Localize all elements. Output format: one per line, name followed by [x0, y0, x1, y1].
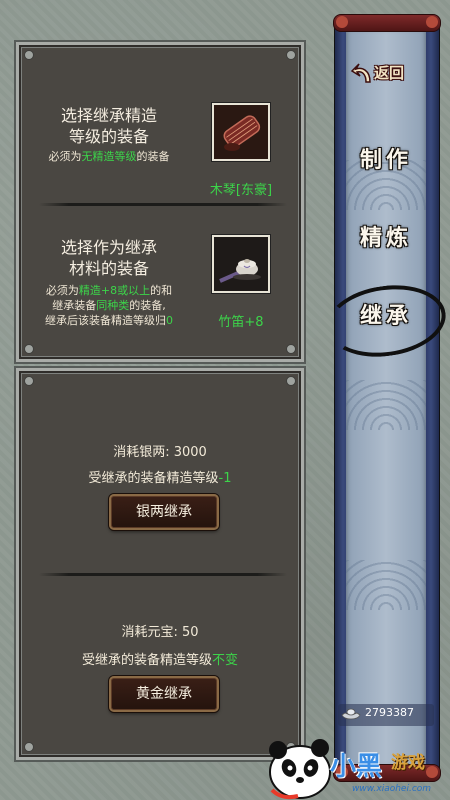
flute-item-icon [214, 237, 268, 291]
silver-inherit-button[interactable]: 银两继承 [109, 494, 219, 530]
panel-rivet [286, 376, 296, 386]
panel-rivet [286, 344, 296, 354]
source-item-name: 木琴[东豪] [209, 183, 273, 198]
back-button[interactable]: 返回 [350, 58, 422, 88]
source-equipment-requirement: 必须为无精造等级的装备 [48, 150, 170, 163]
material-equipment-slot[interactable] [212, 235, 270, 293]
material-item-name: 竹笛+8 [218, 315, 264, 330]
panel-rivet [24, 50, 34, 60]
panel-rivet [24, 376, 34, 386]
panel-rivet [286, 50, 296, 60]
section-divider [39, 203, 287, 206]
silver-ingot-icon [341, 708, 361, 720]
panel-rivet [24, 742, 34, 752]
panel-rivet [24, 344, 34, 354]
tab-craft[interactable]: 制作 [346, 136, 426, 184]
section-divider [39, 573, 287, 576]
source-equipment-title: 选择继承精造 等级的装备 [60, 106, 157, 146]
wave-pattern [346, 380, 426, 430]
wave-pattern [346, 560, 426, 610]
source-equipment-slot[interactable] [212, 103, 270, 161]
scroll-rod-top [333, 14, 441, 32]
back-label: 返回 [374, 64, 405, 82]
gold-inherit-button[interactable]: 黄金继承 [109, 676, 219, 712]
gold-cost-label: 消耗元宝: 50 [121, 625, 199, 640]
logo-brand: 小黑 [330, 752, 383, 782]
tab-refine[interactable]: 精炼 [346, 214, 426, 262]
inherit-selection-panel: 选择继承精造 等级的装备 必须为无精造等级的装备 木琴[东豪] 选择作为继承 材… [16, 42, 304, 362]
guqin-item-icon [214, 105, 268, 159]
back-arrow-icon [350, 63, 371, 83]
silver-cost-label: 消耗银两: 3000 [113, 445, 207, 460]
logo-brand-suffix: 游戏 [391, 753, 425, 773]
silver-balance-value: 2793387 [365, 706, 414, 719]
logo-url: www.xiaohei.com [352, 784, 432, 794]
silver-effect-label: 受继承的装备精造等级-1 [88, 471, 232, 486]
inherit-method-panel: 消耗银两: 3000 受继承的装备精造等级-1 银两继承 消耗元宝: 50 受继… [16, 368, 304, 760]
tab-inherit[interactable]: 继承 [346, 292, 426, 340]
gold-effect-label: 受继承的装备精造等级不变 [81, 653, 239, 668]
material-equipment-title: 选择作为继承 材料的装备 [60, 238, 157, 278]
material-requirement: 必须为精造+8或以上的和 继承装备同种类的装备, 继承后该装备精造等级归0 [45, 284, 173, 327]
